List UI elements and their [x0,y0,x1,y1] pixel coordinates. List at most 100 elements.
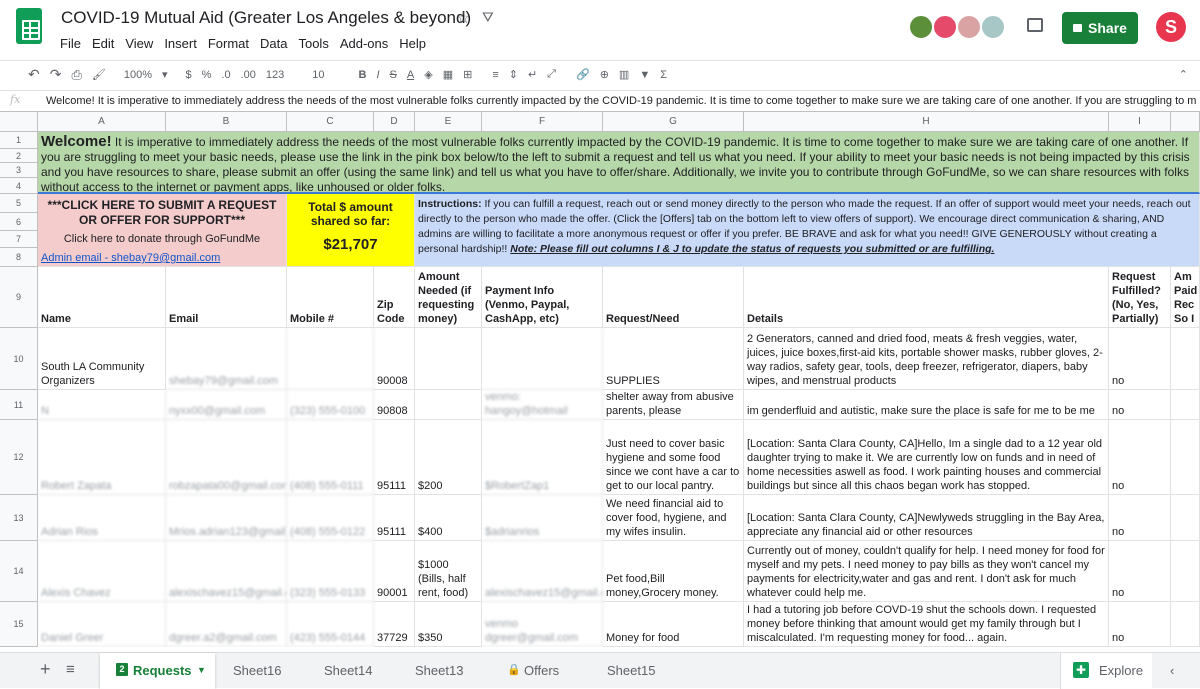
row-header[interactable]: 13 [0,495,38,541]
cell-name[interactable]: Alexis Chavez [38,541,166,602]
cell-paid[interactable] [1171,495,1200,541]
column-header-h[interactable]: H [744,112,1109,132]
cell-name[interactable]: N [38,390,166,420]
column-header-j[interactable] [1171,112,1200,132]
chart-icon[interactable]: ▥ [619,68,629,81]
menu-help[interactable]: Help [399,36,426,51]
cell-amount[interactable] [415,328,482,390]
column-header-i[interactable]: I [1109,112,1171,132]
cell-request[interactable]: shelter away from abusive parents, pleas… [603,390,744,420]
row-header[interactable]: 14 [0,541,38,602]
decrease-decimal-button[interactable]: .0 [221,69,230,81]
row-header[interactable]: 9 [0,267,38,328]
cell-name[interactable]: Robert Zapata [38,420,166,495]
donate-link[interactable]: Click here to donate through GoFundMe [41,232,283,246]
row-header[interactable]: 1 [0,132,38,149]
collaborator-avatar[interactable] [956,14,982,40]
document-title[interactable]: COVID-19 Mutual Aid (Greater Los Angeles… [61,8,471,28]
row-header[interactable]: 11 [0,390,38,420]
row-header[interactable]: 7 [0,231,38,248]
cell-payment[interactable]: alexischavez15@gmail.com [482,541,603,602]
cell-name[interactable]: Daniel Greer [38,602,166,647]
select-all-corner[interactable] [0,112,38,132]
tab-sheet14[interactable]: Sheet14 [324,663,372,678]
cell-payment[interactable]: venmo: hangoy@hotmail [482,390,603,420]
merge-cells-icon[interactable]: ⊞ [463,68,472,81]
filter-icon[interactable]: ▼ [639,69,650,81]
collapse-icon[interactable]: ‹ [1170,663,1174,678]
cell-fulfilled[interactable]: no [1109,541,1171,602]
valign-icon[interactable]: ⇕ [509,68,518,81]
cell-paid[interactable] [1171,602,1200,647]
cell-email[interactable]: shebay79@gmail.com [166,328,287,390]
cell-zip[interactable]: 95111 [374,495,415,541]
paint-format-icon[interactable]: 🖌 [92,68,106,81]
column-header-c[interactable]: C [287,112,374,132]
more-formats-button[interactable]: 123 [266,69,284,81]
cell-email[interactable]: dgreer.a2@gmail.com [166,602,287,647]
font-size-select[interactable]: 10 [312,69,324,81]
cell-fulfilled[interactable]: no [1109,390,1171,420]
cell-email[interactable]: alexischavez15@gmail.com [166,541,287,602]
cell-payment[interactable] [482,328,603,390]
print-icon[interactable]: ⎙ [71,67,81,83]
cell-email[interactable]: nyxx00@gmail.com [166,390,287,420]
drive-icon[interactable]: ⛛ [482,9,494,26]
cell-name[interactable]: Adrian Rios [38,495,166,541]
cell-paid[interactable] [1171,328,1200,390]
cell-payment[interactable]: $RobertZap1 [482,420,603,495]
cell-mobile[interactable]: (323) 555-0100 [287,390,374,420]
cell-amount[interactable] [415,390,482,420]
row-header[interactable]: 6 [0,213,38,231]
cell-amount[interactable]: $400 [415,495,482,541]
sheet-list-icon[interactable]: ≡ [66,661,75,678]
column-header-b[interactable]: B [166,112,287,132]
cell-fulfilled[interactable]: no [1109,420,1171,495]
text-color-button[interactable]: A [407,69,414,81]
cell-zip[interactable]: 95111 [374,420,415,495]
italic-button[interactable]: I [376,69,379,81]
cell-paid[interactable] [1171,420,1200,495]
collaborator-avatar[interactable] [932,14,958,40]
cell-fulfilled[interactable]: no [1109,328,1171,390]
row-header[interactable]: 4 [0,178,38,194]
welcome-banner[interactable]: Welcome! It is imperative to immediately… [38,132,1200,194]
explore-button[interactable]: ✚ Explore [1060,653,1152,689]
cell-mobile[interactable]: (408) 555-0122 [287,495,374,541]
cell-request[interactable]: Just need to cover basic hygiene and som… [603,420,744,495]
cell-paid[interactable] [1171,390,1200,420]
cell-request[interactable]: Pet food,Bill money,Grocery money. [603,541,744,602]
comment-add-icon[interactable]: ⊕ [600,68,609,81]
cell-zip[interactable]: 37729 [374,602,415,647]
borders-icon[interactable]: ▦ [443,68,453,81]
cell-mobile[interactable]: (408) 555-0111 [287,420,374,495]
cell-mobile[interactable]: (323) 555-0133 [287,541,374,602]
tab-sheet15[interactable]: Sheet15 [607,663,655,678]
cell-payment[interactable]: $adrianrios [482,495,603,541]
cell-request[interactable]: Money for food [603,602,744,647]
row-header[interactable]: 3 [0,163,38,178]
cell-email[interactable]: Mrios.adrian123@gmail.com [166,495,287,541]
menu-file[interactable]: File [60,36,81,51]
fill-color-icon[interactable]: ◈ [424,68,432,81]
star-icon[interactable]: ☆ [456,8,470,28]
currency-button[interactable]: $ [186,69,192,81]
menu-data[interactable]: Data [260,36,287,51]
row-header[interactable]: 15 [0,602,38,647]
zoom-select[interactable]: 100% [124,69,152,81]
user-avatar[interactable]: S [1156,12,1186,42]
share-button[interactable]: Share [1062,12,1138,44]
menu-insert[interactable]: Insert [164,36,197,51]
cell-request[interactable]: We need financial aid to cover food, hyg… [603,495,744,541]
cell-paid[interactable] [1171,541,1200,602]
menu-view[interactable]: View [125,36,153,51]
cell-amount[interactable]: $200 [415,420,482,495]
cell-details[interactable]: [Location: Santa Clara County, CA]Newlyw… [744,495,1109,541]
cell-details[interactable]: Currently out of money, couldn't qualify… [744,541,1109,602]
percent-button[interactable]: % [202,69,212,81]
cell-zip[interactable]: 90001 [374,541,415,602]
formula-input[interactable]: Welcome! It is imperative to immediately… [46,94,1196,108]
row-header[interactable]: 12 [0,420,38,495]
wrap-icon[interactable]: ↵ [528,68,537,81]
submit-request-box[interactable]: ***CLICK HERE TO SUBMIT A REQUEST OR OFF… [38,194,287,267]
